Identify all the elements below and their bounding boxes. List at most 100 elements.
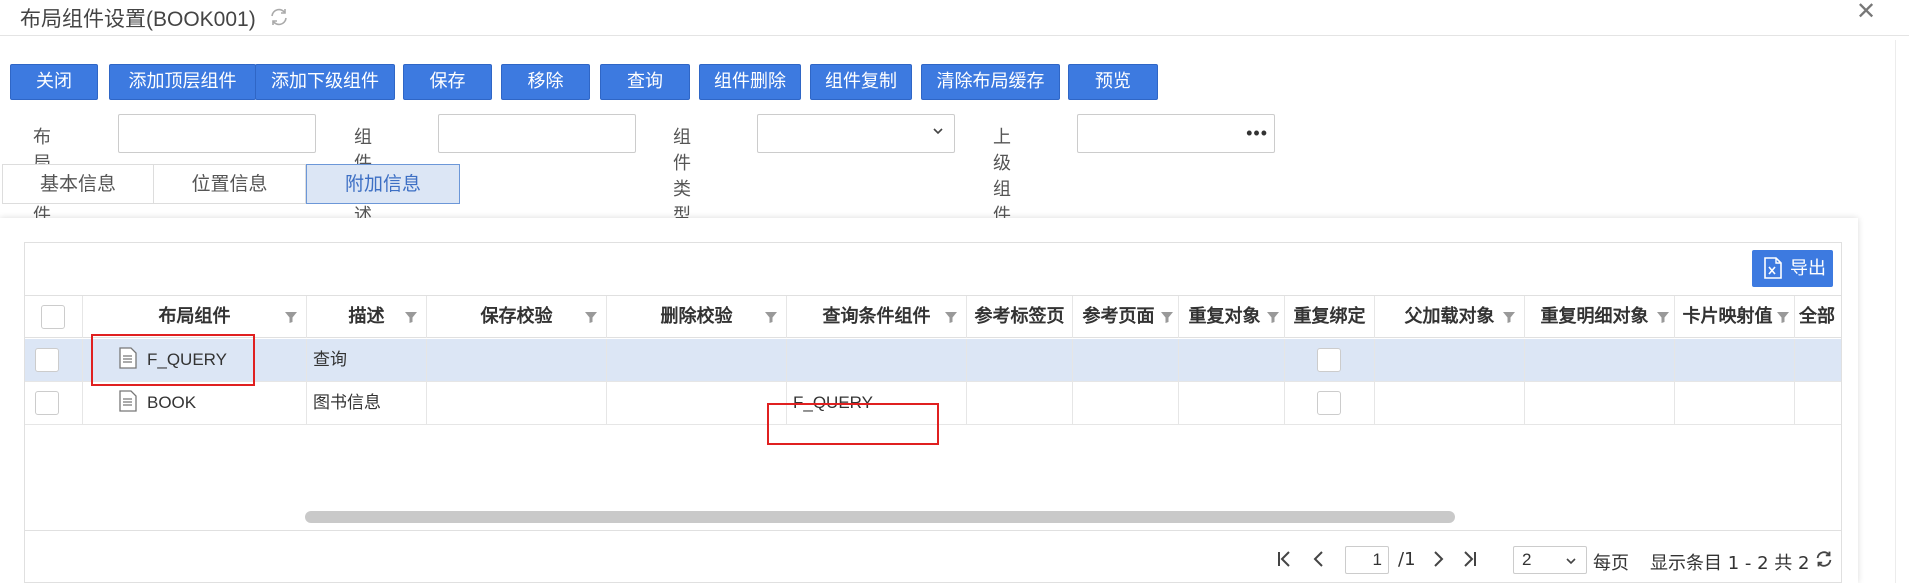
cell-description[interactable]: 查询 <box>307 339 427 381</box>
export-button[interactable]: 导出 <box>1752 250 1833 287</box>
cell-repeat-object[interactable] <box>1179 339 1285 381</box>
filter-icon[interactable] <box>944 310 958 324</box>
filter-icon[interactable] <box>764 310 778 324</box>
cell-reference-page[interactable] <box>1073 339 1179 381</box>
column-header-parent-load-object[interactable]: 父加载对象 <box>1375 296 1525 338</box>
cell-delete-validation[interactable] <box>607 382 787 424</box>
cell-save-validation[interactable] <box>427 382 607 424</box>
repeat-binding-checkbox[interactable] <box>1317 348 1341 372</box>
column-header-query-component[interactable]: 查询条件组件 <box>787 296 967 338</box>
add-child-component-button[interactable]: 添加下级组件 <box>255 64 395 100</box>
cell-repeat-detail-object[interactable] <box>1525 339 1675 381</box>
preview-button[interactable]: 预览 <box>1068 64 1158 100</box>
row-select-cell <box>25 339 83 381</box>
column-header-repeat-detail-object[interactable]: 重复明细对象 <box>1525 296 1675 338</box>
cell-reference-tab[interactable] <box>967 339 1073 381</box>
first-page-icon[interactable] <box>1276 549 1292 569</box>
filter-icon[interactable] <box>1502 310 1516 324</box>
column-header-all[interactable]: 全部 <box>1795 296 1841 338</box>
data-grid: 导出 布局组件 描述 保存校验 删除校验 查询条件组件 参考标签页 参考页面 重… <box>24 242 1842 583</box>
column-header-label: 描述 <box>348 306 385 327</box>
query-button[interactable]: 查询 <box>600 64 690 100</box>
cell-save-validation[interactable] <box>427 339 607 381</box>
vertical-scrollbar-track[interactable] <box>1895 40 1896 583</box>
cell-repeat-binding <box>1285 382 1375 424</box>
grid-panel: 导出 布局组件 描述 保存校验 删除校验 查询条件组件 参考标签页 参考页面 重… <box>0 218 1858 583</box>
column-header-reference-tab[interactable]: 参考标签页 <box>967 296 1073 338</box>
cell-query-component[interactable] <box>787 339 967 381</box>
cell-all[interactable] <box>1795 339 1841 381</box>
reload-icon[interactable] <box>1813 548 1835 570</box>
total-pages: /1 <box>1398 549 1416 570</box>
layout-component-input[interactable] <box>118 114 316 153</box>
column-header-repeat-object[interactable]: 重复对象 <box>1179 296 1285 338</box>
copy-component-button[interactable]: 组件复制 <box>810 64 912 100</box>
pagination-bar: 1 /1 2 每页 显示条目 1 - 2 共 2 <box>25 530 1841 583</box>
row-select-cell <box>25 382 83 424</box>
component-desc-input[interactable] <box>438 114 636 153</box>
cell-delete-validation[interactable] <box>607 339 787 381</box>
cell-layout-component[interactable]: BOOK <box>83 382 307 424</box>
more-options-icon[interactable]: ••• <box>1246 123 1268 144</box>
column-header-card-mapping-value[interactable]: 卡片映射值 <box>1675 296 1795 338</box>
header-select-all-cell <box>25 296 83 338</box>
cell-parent-load-object[interactable] <box>1375 339 1525 381</box>
prev-page-icon[interactable] <box>1312 549 1326 569</box>
column-header-label: 保存校验 <box>480 306 553 327</box>
parent-component-input[interactable]: ••• <box>1077 114 1275 153</box>
cell-parent-load-object[interactable] <box>1375 382 1525 424</box>
column-header-reference-page[interactable]: 参考页面 <box>1073 296 1179 338</box>
cell-card-mapping-value[interactable] <box>1675 382 1795 424</box>
row-checkbox[interactable] <box>35 348 59 372</box>
column-header-label: 父加载对象 <box>1404 306 1495 327</box>
cell-description[interactable]: 图书信息 <box>307 382 427 424</box>
tab-basic-info[interactable]: 基本信息 <box>2 164 154 204</box>
document-icon <box>119 390 137 412</box>
filter-icon[interactable] <box>1656 310 1670 324</box>
chevron-down-icon <box>1566 558 1576 565</box>
column-header-label: 查询条件组件 <box>822 306 931 327</box>
remove-button[interactable]: 移除 <box>501 64 590 100</box>
component-type-select[interactable] <box>757 114 955 153</box>
column-header-label: 布局组件 <box>158 306 231 327</box>
column-header-label: 全部 <box>1799 306 1835 327</box>
filter-icon[interactable] <box>1160 310 1174 324</box>
cell-reference-tab[interactable] <box>967 382 1073 424</box>
column-header-layout-component[interactable]: 布局组件 <box>83 296 307 338</box>
column-header-repeat-binding[interactable]: 重复绑定 <box>1285 296 1375 338</box>
cell-repeat-detail-object[interactable] <box>1525 382 1675 424</box>
close-icon[interactable]: ✕ <box>1856 0 1876 24</box>
refresh-icon[interactable] <box>267 5 291 29</box>
tab-position-info[interactable]: 位置信息 <box>153 164 306 204</box>
repeat-binding-checkbox[interactable] <box>1317 391 1341 415</box>
table-row[interactable]: F_QUERY 查询 <box>25 339 1841 382</box>
delete-component-button[interactable]: 组件删除 <box>699 64 801 100</box>
select-all-checkbox[interactable] <box>41 305 65 329</box>
cell-all[interactable] <box>1795 382 1841 424</box>
add-top-component-button[interactable]: 添加顶层组件 <box>109 64 256 100</box>
column-header-description[interactable]: 描述 <box>307 296 427 338</box>
close-button[interactable]: 关闭 <box>10 64 98 100</box>
save-button[interactable]: 保存 <box>403 64 492 100</box>
filter-icon[interactable] <box>1776 310 1790 324</box>
parent-component-label: 上级组件 <box>993 127 1011 226</box>
cell-card-mapping-value[interactable] <box>1675 339 1795 381</box>
filter-icon[interactable] <box>1266 310 1280 324</box>
last-page-icon[interactable] <box>1462 549 1478 569</box>
column-header-save-validation[interactable]: 保存校验 <box>427 296 607 338</box>
column-header-label: 重复明细对象 <box>1540 306 1649 327</box>
cell-repeat-object[interactable] <box>1179 382 1285 424</box>
filter-icon[interactable] <box>584 310 598 324</box>
cell-reference-page[interactable] <box>1073 382 1179 424</box>
filter-icon[interactable] <box>404 310 418 324</box>
horizontal-scrollbar-thumb[interactable] <box>305 511 1455 523</box>
filter-icon[interactable] <box>284 310 298 324</box>
clear-layout-cache-button[interactable]: 清除布局缓存 <box>921 64 1060 100</box>
page-size-select[interactable]: 2 <box>1513 546 1587 574</box>
row-checkbox[interactable] <box>35 391 59 415</box>
column-header-label: 参考标签页 <box>974 306 1065 327</box>
next-page-icon[interactable] <box>1431 549 1445 569</box>
page-number-input[interactable]: 1 <box>1345 546 1389 574</box>
tab-additional-info[interactable]: 附加信息 <box>306 164 460 204</box>
column-header-delete-validation[interactable]: 删除校验 <box>607 296 787 338</box>
